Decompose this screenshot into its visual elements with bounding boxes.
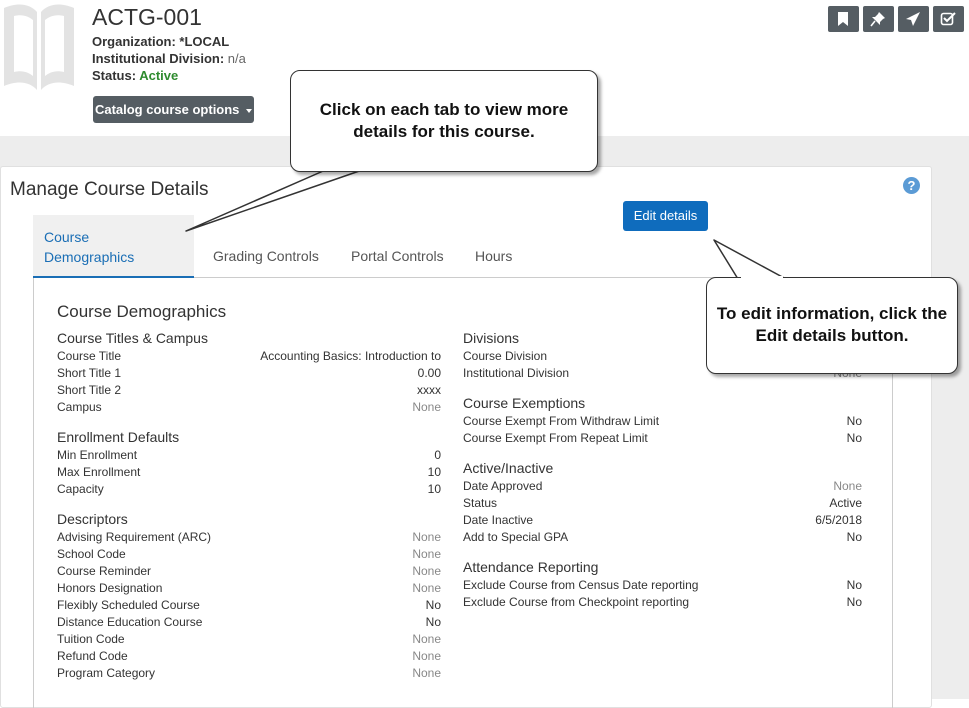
- callout-tail-covers: [333, 167, 783, 279]
